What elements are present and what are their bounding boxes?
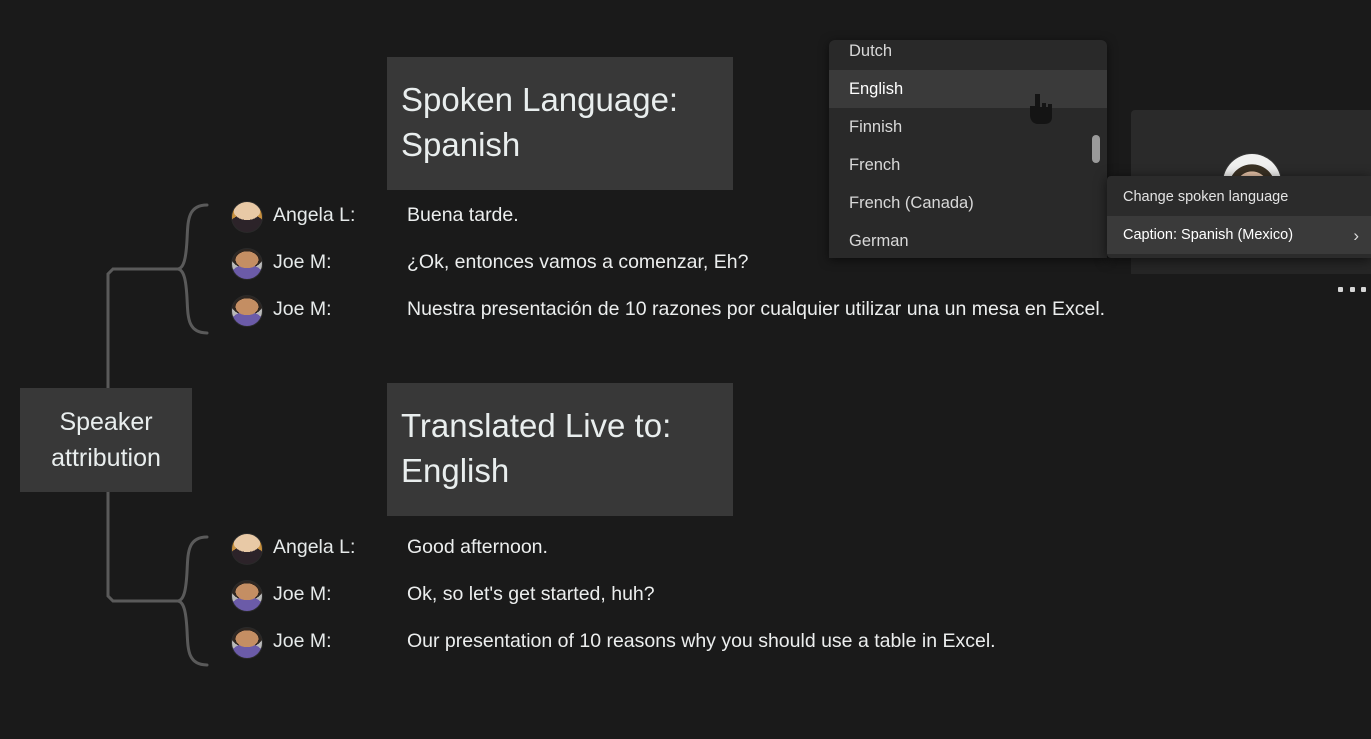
language-option-dutch[interactable]: Dutch [829, 40, 1107, 70]
speaker-name: Joe M: [273, 583, 332, 605]
more-options-button[interactable] [1338, 280, 1366, 298]
callout-speaker-attribution-line1: Speaker [59, 408, 153, 436]
language-option-french[interactable]: French [829, 146, 1107, 184]
callout-spoken-language-line2: Spanish [401, 126, 521, 163]
more-options-dot [1349, 286, 1355, 292]
spoken-language-list: Dutch English Finnish French French (Canada)… [829, 40, 1107, 258]
spoken-language-dropdown[interactable]: Dutch English Finnish French French (Canada)… [829, 40, 1107, 258]
language-option-english[interactable]: English [829, 70, 1107, 108]
caption-context-menu[interactable]: Change spoken language Caption: Spanish … [1107, 176, 1371, 258]
speaker-avatar [232, 202, 262, 232]
callout-translated-live: Translated Live to: English [387, 383, 733, 516]
speaker-avatar [232, 249, 262, 279]
callout-speaker-attribution: Speaker attribution [20, 388, 192, 492]
speaker-avatar [232, 534, 262, 564]
transcript-row: Joe M: Ok, so let's get started, huh? [232, 579, 1237, 611]
callout-translated-live-line2: English [401, 452, 510, 489]
transcript-row: Joe M: Nuestra presentación de 10 razones… [232, 294, 1237, 326]
transcript-text: Ok, so let's get started, huh? [407, 583, 655, 605]
speaker-avatar [232, 628, 262, 658]
transcript-row: Angela L: Good afternoon. [232, 532, 1237, 564]
speaker-name: Angela L: [273, 204, 356, 226]
menu-item-caption-language[interactable]: Caption: Spanish (Mexico) › [1107, 216, 1371, 254]
menu-item-label: Caption: Spanish (Mexico) [1123, 227, 1294, 243]
transcript-row: Joe M: Our presentation of 10 reasons why… [232, 626, 1237, 658]
language-option-finnish[interactable]: Finnish [829, 108, 1107, 146]
chevron-right-icon: › [1353, 225, 1359, 245]
menu-item-label: Change spoken language [1123, 189, 1289, 205]
more-options-dot [1361, 286, 1366, 292]
transcript-english: Angela L: Good afternoon. Joe M: Ok, so let… [232, 532, 1237, 673]
callout-spoken-language-line1: Spoken Language: [401, 81, 679, 118]
transcript-text: Good afternoon. [407, 536, 548, 558]
speaker-name: Joe M: [273, 630, 332, 652]
transcript-text: Nuestra presentación de 10 razones por c… [407, 298, 1106, 320]
speaker-avatar [232, 581, 262, 611]
speaker-avatar [232, 296, 262, 326]
language-option-german[interactable]: German [829, 222, 1107, 258]
callout-speaker-attribution-line2: attribution [51, 444, 161, 472]
speaker-name: Joe M: [273, 251, 332, 273]
menu-item-change-spoken-language[interactable]: Change spoken language [1107, 178, 1371, 216]
speaker-name: Joe M: [273, 298, 332, 320]
more-options-dot [1338, 286, 1343, 292]
speaker-name: Angela L: [273, 536, 356, 558]
dropdown-scrollbar-track[interactable] [1092, 74, 1100, 254]
callout-spoken-language: Spoken Language: Spanish [387, 57, 733, 190]
dropdown-scrollbar-thumb[interactable] [1092, 135, 1100, 163]
callout-translated-live-line1: Translated Live to: [401, 407, 672, 444]
transcript-text: Our presentation of 10 reasons why you s… [407, 630, 996, 652]
language-option-french-canada[interactable]: French (Canada) [829, 184, 1107, 222]
